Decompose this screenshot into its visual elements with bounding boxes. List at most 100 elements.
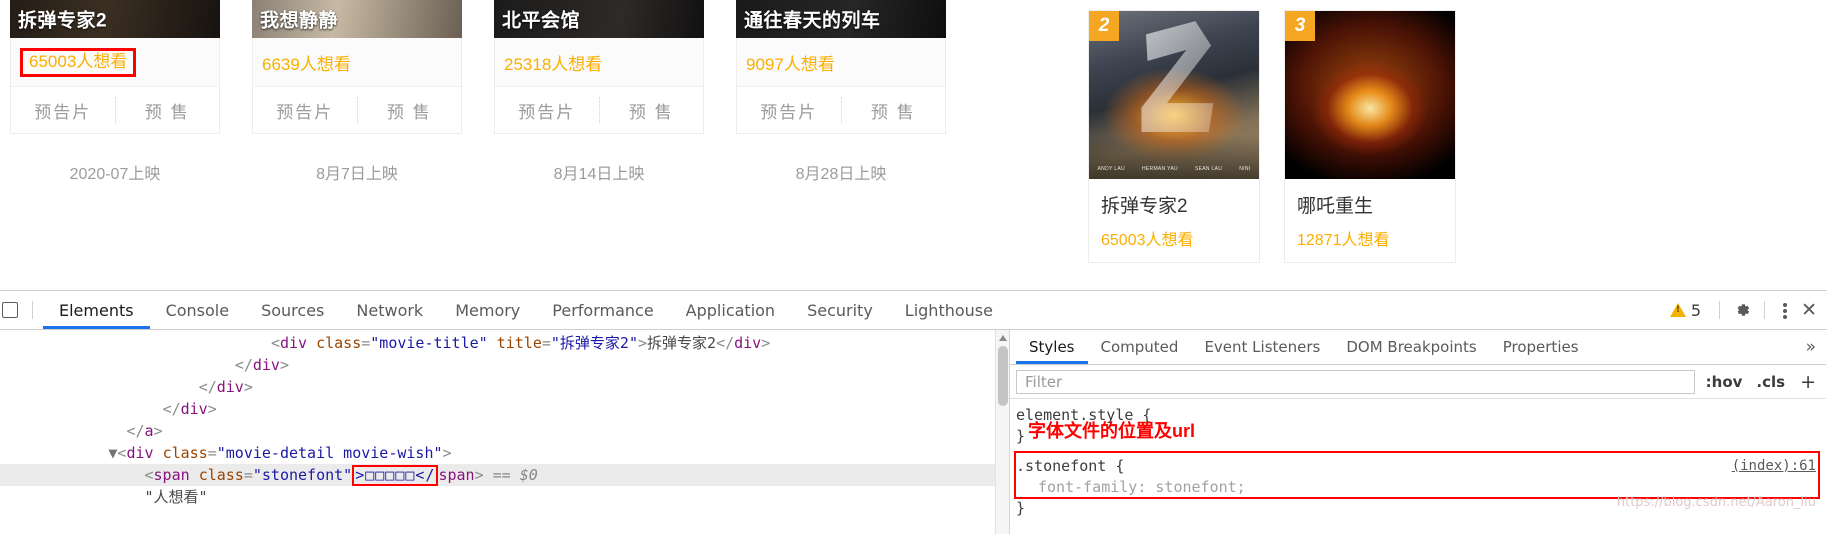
most-wished-ranking-list: 2 ANDY LAU HERMAN YAU SEAN LAU NINI 拆弹专家2 6500… (1088, 10, 1456, 263)
stonefont-rule-source[interactable]: (index):61 (1732, 456, 1816, 477)
presale-button[interactable]: 预 售 (842, 87, 946, 133)
more-options-icon[interactable] (1777, 300, 1793, 320)
devtools-tab-performance[interactable]: Performance (536, 291, 669, 329)
dom-tree-pane: <div class="movie-title" title="拆弹专家2">拆… (0, 330, 1010, 534)
dom-tree-scrollbar[interactable] (995, 330, 1009, 534)
devtools-tab-memory[interactable]: Memory (439, 291, 536, 329)
web-page-area: 拆弹专家2 65003人想看 预告片预 售 2020-07上映 我想静静 6639人想看预… (0, 0, 1827, 290)
close-devtools-icon[interactable]: ✕ (1797, 299, 1821, 321)
code-token-punct: = (541, 334, 551, 352)
scrollbar-thumb[interactable] (998, 346, 1008, 406)
presale-button[interactable]: 预 售 (116, 87, 220, 133)
styles-tab-styles[interactable]: Styles (1016, 330, 1088, 364)
coming-soon-card[interactable]: 北平会馆 25318人想看预告片预 售 8月14日上映 (494, 0, 704, 184)
watermark-text: https://blog.csdn.net/Aaron_liu (1616, 495, 1816, 510)
movie-poster-strip[interactable]: 拆弹专家2 (10, 0, 220, 38)
movie-poster-image[interactable]: 3 (1285, 11, 1455, 179)
force-state-hov-button[interactable]: :hov (1703, 373, 1746, 391)
toolbar-divider-3 (1764, 301, 1766, 319)
coming-soon-card[interactable]: 拆弹专家2 65003人想看预告片预 售 2020-07上映 (10, 0, 220, 184)
code-token-punct: > (474, 466, 484, 484)
stonefont-rule-selector[interactable]: .stonefont { (1016, 457, 1124, 475)
styles-filter-input[interactable]: Filter (1016, 369, 1695, 394)
dom-tree-node[interactable]: </div> (0, 376, 1009, 398)
dom-tree-node[interactable]: </a> (0, 420, 1009, 442)
styles-tab-properties[interactable]: Properties (1490, 330, 1592, 364)
code-token-punct: > (207, 400, 217, 418)
dom-tree-node[interactable]: ▼<div class="movie-detail movie-wish"> (0, 442, 1009, 464)
code-token-punct: > (153, 422, 163, 440)
code-token-punct: = (361, 334, 371, 352)
devtools-panel: Elements Console Sources Network Memory Perfo… (0, 290, 1827, 534)
devtools-tab-elements[interactable]: Elements (43, 291, 150, 329)
movie-title: 通往春天的列车 (744, 10, 881, 32)
devtools-tab-console[interactable]: Console (150, 291, 246, 329)
trailer-button[interactable]: 预告片 (737, 87, 841, 133)
presale-button[interactable]: 预 售 (358, 87, 462, 133)
warning-indicator[interactable]: 5 (1669, 301, 1701, 320)
code-token-tag: div (279, 334, 308, 352)
wish-count-text: 65003人想看 (20, 47, 137, 77)
release-date: 2020-07上映 (69, 166, 161, 183)
annotation-font-url: 字体文件的位置及url (1028, 421, 1196, 441)
styles-tab-dom-breakpoints[interactable]: DOM Breakpoints (1333, 330, 1489, 364)
ranking-movie-card[interactable]: 2 ANDY LAU HERMAN YAU SEAN LAU NINI 拆弹专家2 6500… (1088, 10, 1260, 263)
styles-filter-row: Filter :hov .cls + (1010, 365, 1826, 399)
movie-poster-image[interactable]: 2 ANDY LAU HERMAN YAU SEAN LAU NINI (1089, 11, 1259, 179)
ranking-movie-card[interactable]: 3 哪吒重生 12871人想看 (1284, 10, 1456, 263)
wish-count-row: 65003人想看 (10, 38, 220, 86)
inspect-element-icon[interactable] (2, 302, 18, 318)
code-token-tag: a (144, 422, 154, 440)
code-token-punct: < (144, 466, 154, 484)
styles-tab-bar: Styles Computed Event Listeners DOM Breakpo… (1010, 330, 1826, 365)
movie-poster-strip[interactable]: 北平会馆 (494, 0, 704, 38)
movie-poster-strip[interactable]: 我想静静 (252, 0, 462, 38)
movie-title: 北平会馆 (502, 10, 581, 32)
action-button-row: 预告片预 售 (736, 86, 946, 134)
wish-count-text: 65003人想看 (1101, 232, 1194, 249)
movie-title[interactable]: 哪吒重生 (1285, 179, 1455, 218)
code-token-punct: = (207, 444, 217, 462)
styles-more-tabs-icon[interactable]: » (1796, 337, 1826, 357)
dom-tree-node[interactable]: <div class="movie-title" title="拆弹专家2">拆… (0, 332, 1009, 354)
devtools-tab-network[interactable]: Network (340, 291, 439, 329)
trailer-button[interactable]: 预告片 (11, 87, 115, 133)
settings-gear-icon[interactable] (1732, 300, 1752, 320)
styles-tab-event-listeners[interactable]: Event Listeners (1191, 330, 1333, 364)
wish-count-row: 25318人想看 (494, 38, 704, 86)
dom-tree-node[interactable]: </div> (0, 398, 1009, 420)
release-date: 8月14日上映 (553, 166, 645, 183)
styles-tab-computed[interactable]: Computed (1088, 330, 1192, 364)
action-button-row: 预告片预 售 (494, 86, 704, 134)
code-token-attr: class (162, 444, 208, 462)
warning-triangle-icon (1669, 303, 1686, 317)
code-token-tag: span (153, 466, 190, 484)
devtools-tab-lighthouse[interactable]: Lighthouse (889, 291, 1009, 329)
devtools-tab-sources[interactable]: Sources (245, 291, 340, 329)
dom-tree-node[interactable]: "人想看" (0, 486, 1009, 508)
wish-count-text: 25318人想看 (504, 54, 603, 74)
devtools-tab-security[interactable]: Security (791, 291, 889, 329)
trailer-button[interactable]: 预告片 (495, 87, 599, 133)
element-classes-button[interactable]: .cls (1753, 373, 1788, 391)
scroll-up-arrow-icon[interactable] (999, 335, 1007, 341)
code-token-tag: div (126, 444, 154, 462)
coming-soon-card[interactable]: 我想静静 6639人想看 预告片预 售 8月7日上映 (252, 0, 462, 184)
new-style-rule-button[interactable]: + (1796, 371, 1820, 393)
movie-title[interactable]: 拆弹专家2 (1089, 179, 1259, 218)
trailer-button[interactable]: 预告片 (253, 87, 357, 133)
wish-count-text: 6639人想看 (262, 54, 351, 74)
coming-soon-card[interactable]: 通往春天的列车 9097人想看 预告片预 售 8月28日上映 (736, 0, 946, 184)
dom-tree-node[interactable]: </div> (0, 354, 1009, 376)
rank-badge: 2 (1089, 11, 1119, 41)
presale-button[interactable]: 预 售 (600, 87, 704, 133)
dom-tree-node[interactable]: <span class="stonefont" >□□□□□</span> == … (0, 464, 1009, 486)
devtools-tab-application[interactable]: Application (670, 291, 791, 329)
code-token-tag: div (252, 356, 280, 374)
movie-poster-strip[interactable]: 通往春天的列车 (736, 0, 946, 38)
